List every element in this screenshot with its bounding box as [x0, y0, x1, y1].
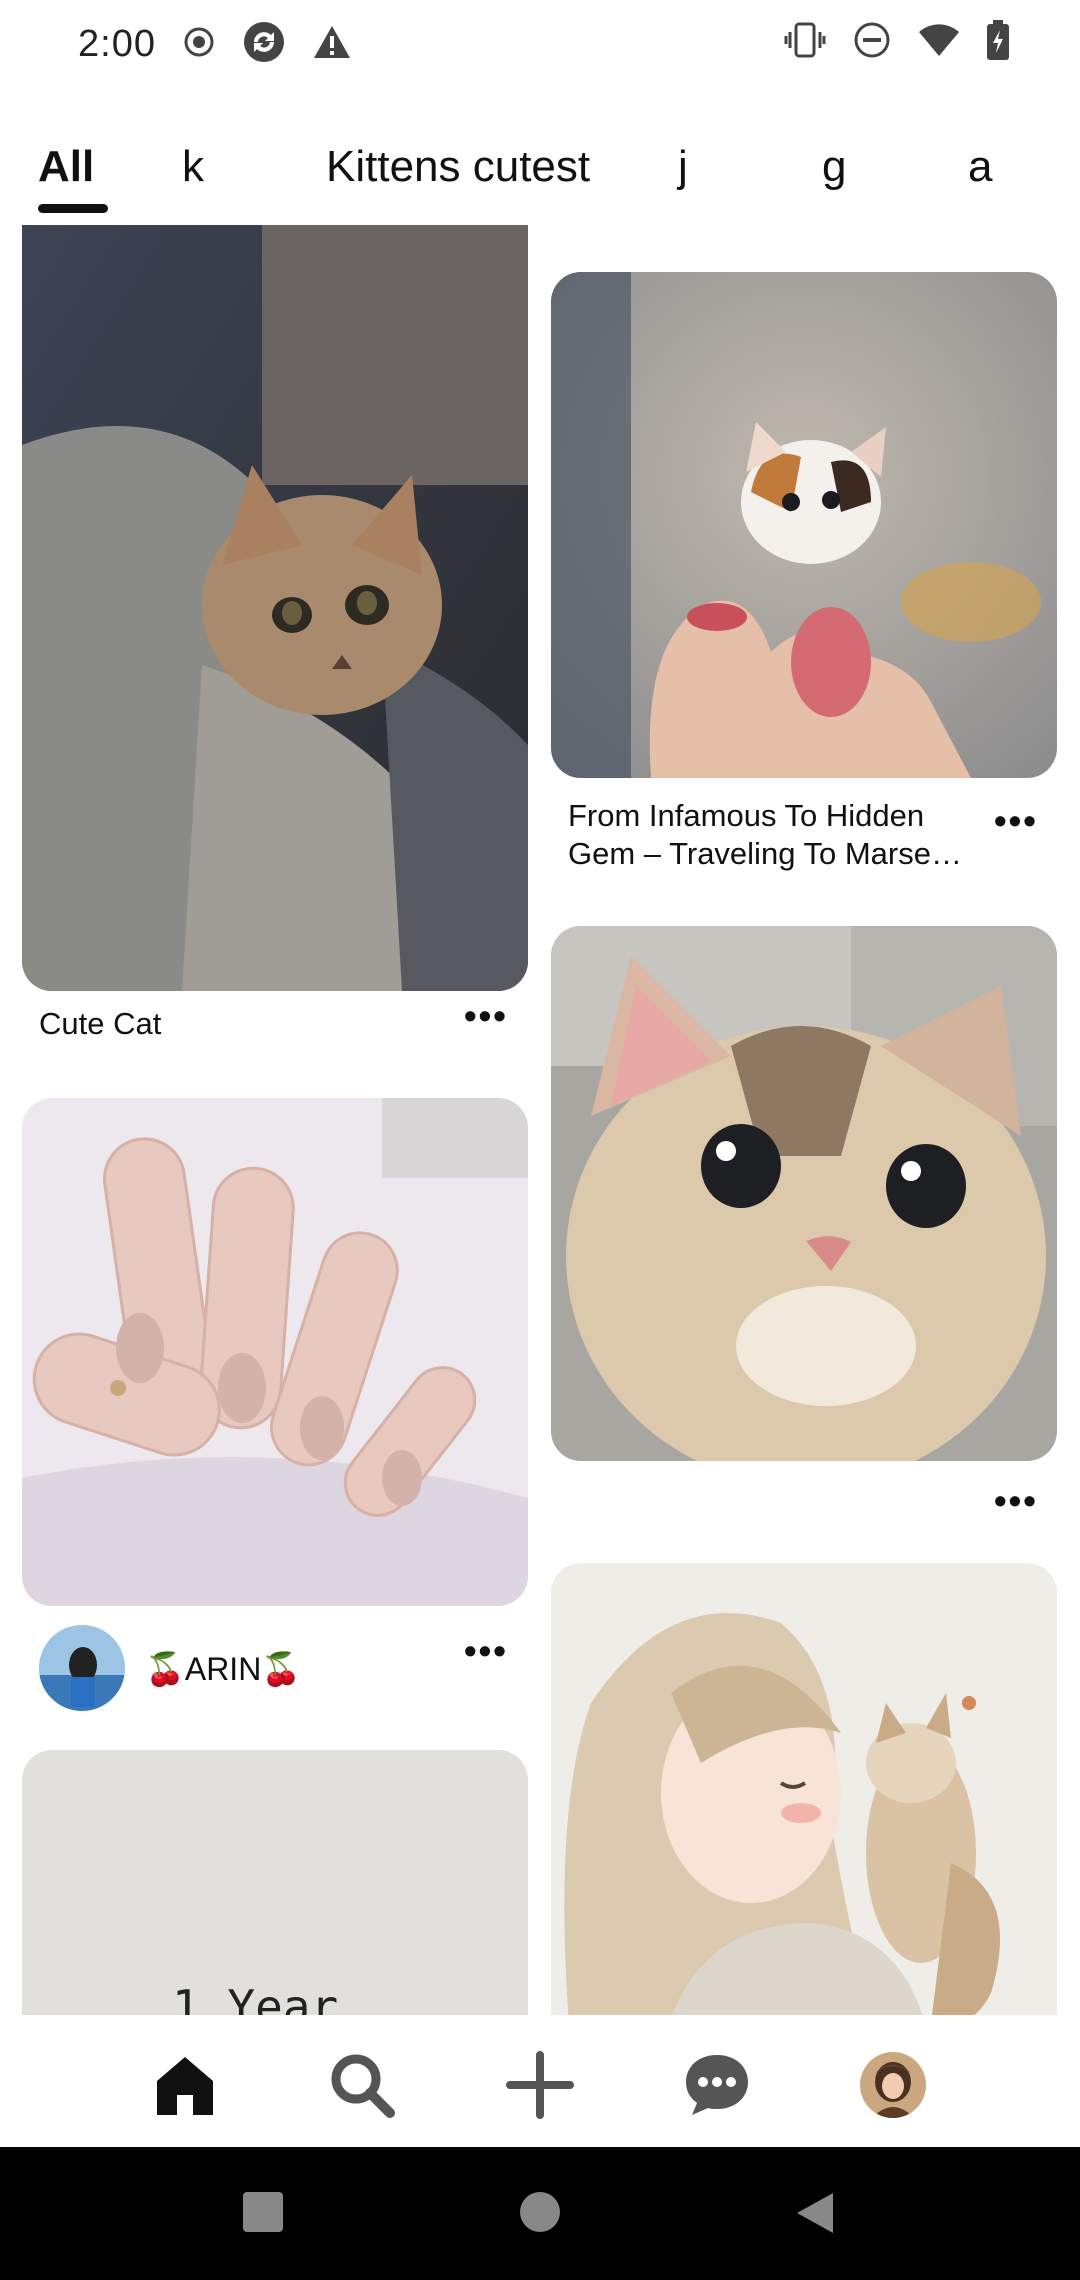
pin-title-tiny-kitten-line1: From Infamous To Hidden — [568, 798, 925, 833]
back-button[interactable] — [795, 2191, 835, 2240]
tab-label: j — [678, 142, 688, 191]
active-tab-indicator — [38, 204, 109, 213]
bottom-nav — [0, 2015, 1080, 2145]
messages-icon[interactable] — [677, 2045, 757, 2125]
pin-image-girl-cat[interactable] — [551, 1563, 1057, 2015]
author-avatar[interactable] — [39, 1625, 125, 1711]
more-options-button[interactable]: ••• — [464, 995, 508, 1037]
recents-button[interactable] — [243, 2192, 283, 2232]
pin-author-name[interactable]: 🍒ARIN🍒 — [145, 1650, 301, 1688]
tab-g[interactable]: g — [822, 142, 846, 212]
more-options-button[interactable]: ••• — [994, 1480, 1038, 1522]
pin-image-cute-cat[interactable] — [22, 225, 528, 991]
pin-image-big-eyes-cat[interactable] — [551, 926, 1057, 1461]
search-icon[interactable] — [322, 2045, 402, 2125]
pin-image-text: 1 Year — [172, 1980, 339, 2015]
pin-image-one-year[interactable]: 1 Year — [22, 1750, 528, 2015]
record-icon — [182, 25, 216, 64]
more-options-button[interactable]: ••• — [994, 800, 1038, 842]
pin-feed[interactable]: Cute Cat ••• 🍒ARIN🍒 ••• 1 Year From Infa… — [0, 225, 1080, 2015]
system-navigation-bar — [0, 2147, 1080, 2280]
tab-label: k — [182, 142, 204, 191]
tab-label: Kittens cutest — [326, 142, 591, 191]
pin-image-tiny-kitten[interactable] — [551, 272, 1057, 778]
tab-a[interactable]: a — [968, 142, 992, 212]
status-time: 2:00 — [78, 22, 156, 65]
more-options-button[interactable]: ••• — [464, 1630, 508, 1672]
status-bar: 2:00 — [0, 0, 1080, 88]
tab-j[interactable]: j — [678, 142, 688, 212]
tab-label: a — [968, 142, 993, 191]
dnd-icon — [852, 20, 892, 65]
board-tabs: All k Kittens cutest j g a — [0, 132, 1080, 224]
pin-title-cute-cat: Cute Cat — [39, 1006, 162, 1041]
warning-icon — [312, 24, 352, 65]
pin-title-tiny-kitten-line2: Gem – Traveling To Marse… — [568, 836, 962, 871]
tab-label: All — [38, 142, 95, 191]
tab-k[interactable]: k — [182, 142, 204, 212]
home-system-button[interactable] — [520, 2192, 560, 2232]
tab-kittens-cutest[interactable]: Kittens cutest — [326, 142, 590, 212]
profile-avatar[interactable] — [853, 2045, 933, 2125]
tab-all[interactable]: All — [38, 142, 109, 213]
pin-image-nails[interactable] — [22, 1098, 528, 1606]
home-icon[interactable] — [145, 2045, 225, 2125]
sync-icon — [242, 20, 286, 69]
wifi-icon — [918, 22, 960, 63]
tab-label: g — [822, 142, 847, 191]
battery-charging-icon — [986, 20, 1010, 65]
vibrate-icon — [784, 20, 826, 65]
create-icon[interactable] — [500, 2045, 580, 2125]
